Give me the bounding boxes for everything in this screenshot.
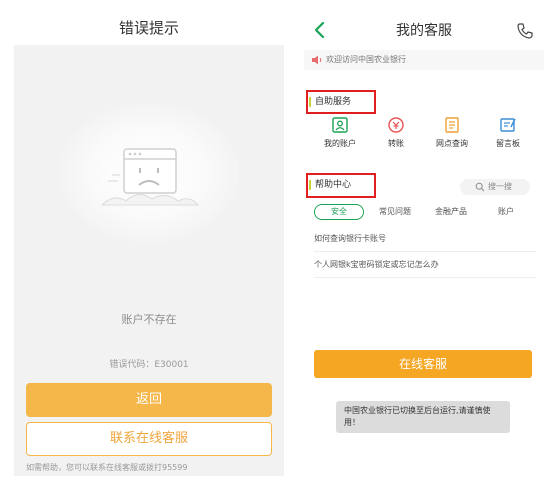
- message-board-icon: [500, 118, 516, 132]
- notice-text: 欢迎访问中国农业银行: [326, 55, 406, 64]
- service-label: 我的账户: [324, 139, 356, 148]
- error-message: 账户不存在: [121, 313, 177, 326]
- error-content: 账户不存在 错误代码：E30001 返回 联系在线客服 如需帮助，您可以联系在线…: [14, 45, 284, 476]
- customer-service-screen: 我的客服 欢迎访问中国农业银行 自助服务 我的账户 转账 网点查询 留言板 帮助…: [304, 12, 544, 476]
- sad-window-icon: [100, 148, 200, 206]
- back-button[interactable]: 返回: [26, 383, 272, 417]
- service-branch-query[interactable]: 网点查询: [424, 116, 480, 156]
- search-placeholder: 搜一搜: [488, 182, 512, 191]
- screenshot-root: 错误提示 账户不存在 错误代码：E30001 返回 联系在线客服 如需帮助，您可…: [0, 0, 550, 491]
- red-highlight-box: [306, 90, 376, 114]
- help-note: 如需帮助，您可以联系在线客服或拨打95599: [26, 463, 188, 472]
- service-message-board[interactable]: 留言板: [480, 116, 536, 156]
- tab-security[interactable]: 安全: [314, 204, 364, 220]
- header: 我的客服: [304, 12, 544, 50]
- branch-query-icon: [445, 117, 459, 133]
- service-transfer[interactable]: 转账: [368, 116, 424, 156]
- page-title: 我的客服: [396, 23, 452, 39]
- toast-message: 中国农业银行已切换至后台运行,请谨慎使用！: [336, 401, 510, 433]
- service-label: 留言板: [496, 139, 520, 148]
- back-arrow-icon[interactable]: [310, 20, 330, 40]
- contact-online-service-button[interactable]: 联系在线客服: [26, 422, 272, 456]
- tab-financial-products[interactable]: 金融产品: [426, 204, 476, 220]
- tab-account[interactable]: 账户: [486, 204, 526, 220]
- search-icon: [475, 182, 485, 192]
- red-highlight-box: [306, 173, 376, 198]
- phone-icon[interactable]: [516, 22, 534, 40]
- transfer-icon: [388, 117, 404, 133]
- service-label: 转账: [388, 139, 404, 148]
- service-my-account[interactable]: 我的账户: [312, 116, 368, 156]
- page-title: 错误提示: [118, 19, 179, 37]
- account-icon: [332, 117, 348, 133]
- faq-item[interactable]: 个人网银k宝密码锁定或忘记怎么办: [314, 252, 536, 278]
- notice-bar: 欢迎访问中国农业银行: [304, 50, 544, 70]
- service-label: 网点查询: [436, 139, 468, 148]
- tab-faq[interactable]: 常见问题: [370, 204, 420, 220]
- online-service-button[interactable]: 在线客服: [314, 350, 532, 378]
- error-code: 错误代码：E30001: [109, 360, 189, 370]
- faq-item[interactable]: 如何查询银行卡账号: [314, 226, 536, 252]
- error-screen: 错误提示 账户不存在 错误代码：E30001 返回 联系在线客服 如需帮助，您可…: [14, 12, 284, 476]
- speaker-icon: [312, 55, 322, 65]
- search-input[interactable]: 搜一搜: [460, 179, 530, 195]
